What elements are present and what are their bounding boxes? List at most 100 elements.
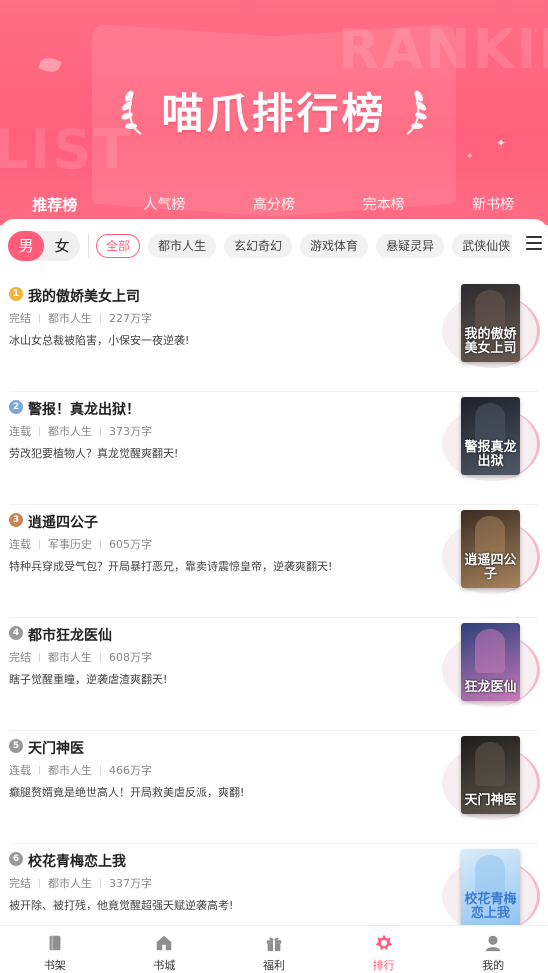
book-title: 天门神医 xyxy=(28,741,84,757)
nav-welfare[interactable]: 福利 xyxy=(219,926,329,973)
category-menu-icon[interactable] xyxy=(526,236,542,250)
app-root: RANKING LIST ✦ ✦ 喵爪排行榜 xyxy=(0,0,548,973)
book-cover-group: 警报真龙出狱 xyxy=(442,395,542,481)
banner-title: 喵爪排行榜 xyxy=(161,88,387,138)
category-chip-wuxia[interactable]: 武侠仙侠 xyxy=(452,234,512,258)
laurel-left-icon xyxy=(121,90,143,135)
book-genre: 都市人生 xyxy=(48,764,92,777)
nav-label: 书城 xyxy=(153,959,176,972)
cover-title: 警报真龙出狱 xyxy=(464,440,517,469)
book-status: 完结 xyxy=(9,651,31,664)
rank-medal-icon: 3 xyxy=(9,513,23,527)
category-chips: 全部 都市人生 玄幻奇幻 游戏体育 悬疑灵异 武侠仙侠 科幻 xyxy=(96,234,512,258)
book-title: 校花青梅恋上我 xyxy=(28,854,126,870)
book-status: 连载 xyxy=(9,538,31,551)
nav-profile[interactable]: 我的 xyxy=(438,926,548,973)
gift-icon xyxy=(266,937,282,952)
nav-label: 排行 xyxy=(372,959,395,972)
book-list-item[interactable]: 1 我的傲娇美女上司 完结 都市人生 227万字 冰山女总裁被陷害，小保安一夜逆… xyxy=(0,279,548,392)
book-cover-group: 天门神医 xyxy=(442,734,542,820)
book-genre: 都市人生 xyxy=(48,651,92,664)
nav-ranking[interactable]: 排行 xyxy=(329,926,439,973)
book-list-item[interactable]: 5 天门神医 连载 都市人生 466万字 癫腿赘婿竟是绝世高人！开局救美虐反派，… xyxy=(0,731,548,844)
filter-divider xyxy=(88,234,89,258)
bottom-nav: 书架 书城 福利 排行 我的 xyxy=(0,925,548,973)
book-list-item[interactable]: 2 警报！真龙出狱！ 连载 都市人生 373万字 劳改犯要植物人？真龙觉醒爽翻天… xyxy=(0,392,548,505)
book-genre: 都市人生 xyxy=(48,877,92,890)
book-genre: 都市人生 xyxy=(48,312,92,325)
book-cover[interactable]: 天门神医 xyxy=(461,736,520,814)
book-status: 连载 xyxy=(9,425,31,438)
cover-title: 天门神医 xyxy=(464,793,517,808)
book-cover[interactable]: 逍遥四公子 xyxy=(461,510,520,588)
category-chip-all[interactable]: 全部 xyxy=(96,234,141,258)
book-cover[interactable]: 我的傲娇美女上司 xyxy=(461,284,520,362)
book-cover[interactable]: 警报真龙出狱 xyxy=(461,397,520,475)
category-chip-suspense[interactable]: 悬疑灵异 xyxy=(376,234,445,258)
book-genre: 军事历史 xyxy=(48,538,92,551)
sparkle-icon: ✦ xyxy=(466,152,474,162)
book-cover[interactable]: 狂龙医仙 xyxy=(461,623,520,701)
book-meta: 完结 都市人生 227万字 xyxy=(9,310,152,326)
rank-medal-icon: 1 xyxy=(9,287,23,301)
nav-label: 书架 xyxy=(43,959,66,972)
book-list-item[interactable]: 4 都市狂龙医仙 完结 都市人生 608万字 瞎子觉醒重瞳，逆袭虐渣爽翻天! 狂… xyxy=(0,618,548,731)
filter-bar: 男 女 全部 都市人生 玄幻奇幻 游戏体育 悬疑灵异 武侠仙侠 科幻 xyxy=(0,219,548,273)
rank-medal-icon: 5 xyxy=(9,739,23,753)
book-title: 都市狂龙医仙 xyxy=(28,628,112,644)
cover-title: 狂龙医仙 xyxy=(464,680,517,695)
book-meta: 完结 都市人生 608万字 xyxy=(9,649,152,665)
book-word-count: 608万字 xyxy=(109,651,152,664)
banner-title-group: 喵爪排行榜 xyxy=(0,80,548,140)
book-genre: 都市人生 xyxy=(48,425,92,438)
book-description: 特种兵穿成受气包？开局暴打恶兄，靠卖诗震惊皇帝，逆袭爽翻天! xyxy=(9,560,333,573)
book-cover[interactable]: 校花青梅恋上我 xyxy=(461,849,520,927)
book-cover-group: 我的傲娇美女上司 xyxy=(442,282,542,368)
book-title: 逍遥四公子 xyxy=(28,515,98,531)
book-description: 被开除、被打残，他竟觉醒超强天赋逆袭高考! xyxy=(9,899,234,912)
category-chip-urban[interactable]: 都市人生 xyxy=(148,234,217,258)
gender-male-button[interactable]: 男 xyxy=(8,231,44,261)
book-word-count: 337万字 xyxy=(109,877,152,890)
book-description: 癫腿赘婿竟是绝世高人！开局救美虐反派，爽翻! xyxy=(9,786,245,799)
rank-medal-icon: 6 xyxy=(9,852,23,866)
book-meta: 连载 都市人生 466万字 xyxy=(9,762,152,778)
book-word-count: 373万字 xyxy=(109,425,152,438)
book-meta: 连载 军事历史 605万字 xyxy=(9,536,152,552)
book-word-count: 227万字 xyxy=(109,312,152,325)
nav-bookshelf[interactable]: 书架 xyxy=(0,926,110,973)
rank-medal-icon: 4 xyxy=(9,626,23,640)
cover-title: 逍遥四公子 xyxy=(464,553,517,582)
profile-icon xyxy=(485,935,501,952)
book-cover-group: 狂龙医仙 xyxy=(442,621,542,707)
book-status: 完结 xyxy=(9,312,31,325)
category-chip-fantasy[interactable]: 玄幻奇幻 xyxy=(224,234,293,258)
cover-title: 校花青梅恋上我 xyxy=(464,892,517,921)
book-meta: 完结 都市人生 337万字 xyxy=(9,875,152,891)
ranking-icon xyxy=(375,934,392,951)
rank-medal-icon: 2 xyxy=(9,400,23,414)
gender-female-button[interactable]: 女 xyxy=(44,231,80,261)
book-cover-group: 逍遥四公子 xyxy=(442,508,542,594)
gender-toggle: 男 女 xyxy=(8,231,80,261)
laurel-right-icon xyxy=(405,90,427,135)
nav-label: 福利 xyxy=(262,959,285,972)
bookstore-icon xyxy=(157,935,172,951)
book-status: 完结 xyxy=(9,877,31,890)
book-meta: 连载 都市人生 373万字 xyxy=(9,423,152,439)
book-description: 冰山女总裁被陷害，小保安一夜逆袭! xyxy=(9,334,190,347)
petal-decoration xyxy=(38,55,62,75)
book-list-item[interactable]: 3 逍遥四公子 连载 军事历史 605万字 特种兵穿成受气包？开局暴打恶兄，靠卖… xyxy=(0,505,548,618)
book-word-count: 605万字 xyxy=(109,538,152,551)
nav-bookstore[interactable]: 书城 xyxy=(110,926,220,973)
cover-title: 我的傲娇美女上司 xyxy=(464,327,517,356)
book-description: 劳改犯要植物人？真龙觉醒爽翻天! xyxy=(9,447,179,460)
book-title: 警报！真龙出狱！ xyxy=(28,402,140,418)
nav-label: 我的 xyxy=(482,959,505,972)
book-title: 我的傲娇美女上司 xyxy=(28,289,140,305)
category-chip-games-sports[interactable]: 游戏体育 xyxy=(300,234,369,258)
book-status: 连载 xyxy=(9,764,31,777)
ranking-banner: RANKING LIST ✦ ✦ 喵爪排行榜 xyxy=(0,0,548,225)
book-description: 瞎子觉醒重瞳，逆袭虐渣爽翻天! xyxy=(9,673,168,686)
book-word-count: 466万字 xyxy=(109,764,152,777)
